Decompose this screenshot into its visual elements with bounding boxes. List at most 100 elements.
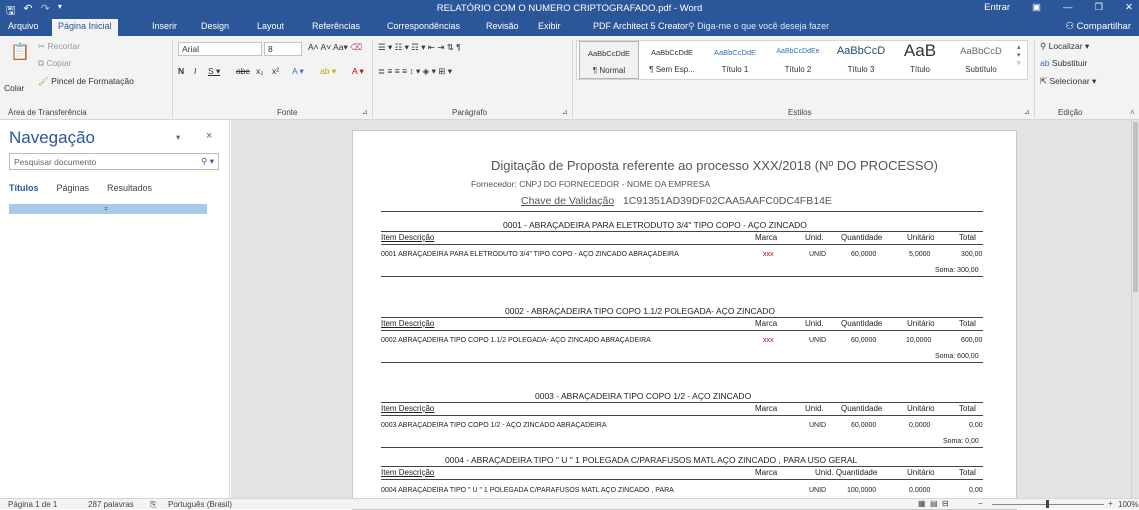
word-count[interactable]: 287 palavras	[88, 500, 134, 509]
tab-inserir[interactable]: Inserir	[152, 21, 177, 31]
col-marca-header: Marca	[755, 319, 778, 328]
clear-format-icon[interactable]: ⌫	[350, 42, 362, 52]
styles-scroll-icons[interactable]: ▴ ▾ ▿	[1017, 43, 1021, 67]
strikethrough-icon[interactable]: abc	[236, 66, 250, 76]
item-marca: xxx	[763, 251, 774, 258]
paste-button[interactable]: Colar	[4, 83, 24, 93]
item-heading: 0001 - ABRAÇADEIRA PARA ELETRODUTO 3/4" …	[503, 220, 807, 230]
replace-icon: ab	[1040, 58, 1052, 68]
close-icon[interactable]: ✕	[1125, 2, 1133, 13]
find-button[interactable]: ⚲ Localizar ▾	[1040, 41, 1089, 52]
superscript-icon[interactable]: x²	[272, 66, 279, 76]
style-sem-espaco[interactable]: AaBbCcDdE ¶ Sem Esp...	[641, 41, 703, 79]
list-buttons[interactable]: ☰ ▾ ☷ ▾ ☶ ▾ ⇤ ⇥ ⇅ ¶	[378, 42, 461, 53]
view-buttons[interactable]: ▦ ▤ ⊟	[918, 499, 949, 508]
collapse-icon: ⌅	[103, 205, 109, 212]
col-unit-header: Unitário	[907, 468, 935, 477]
tab-design[interactable]: Design	[201, 21, 229, 31]
signin-button[interactable]: Entrar	[984, 2, 1010, 13]
pane-options-icon[interactable]: ▾	[176, 132, 180, 143]
col-unit-header: Unitário	[907, 404, 935, 413]
style-titulo-3[interactable]: AaBbCcD Título 3	[831, 41, 891, 79]
col-unit-header: Unitário	[907, 319, 935, 328]
status-bar: Página 1 de 1 287 palavras ⎘ Português (…	[0, 498, 1139, 509]
search-icon[interactable]: ⚲ ▾	[201, 156, 214, 167]
style-name: ¶ Sem Esp...	[649, 65, 695, 74]
ribbon-display-icon[interactable]: ▣	[1032, 2, 1041, 13]
align-buttons[interactable]: ≣ ≡ ≡ ≡ ↕ ▾ ◈ ▾ ⊞ ▾	[378, 66, 452, 77]
item-unid: UNID	[809, 487, 827, 494]
paragraph-group-label: Parágrafo	[452, 108, 488, 117]
style-normal[interactable]: AaBbCcDdE ¶ Normal	[579, 41, 639, 79]
zoom-in-icon[interactable]: +	[1108, 499, 1113, 508]
col-item-header: Item Descrição	[381, 233, 435, 242]
tab-pdf-architect[interactable]: PDF Architect 5 Creator	[593, 21, 688, 31]
title-bar: 🖫 ↶ ↷ ▾ RELATÓRIO COM O NUMERO CRIPTOGRA…	[0, 0, 1139, 17]
highlight-icon[interactable]: ab ▾	[320, 66, 336, 77]
styles-dialog-launcher-icon[interactable]: ⊿	[1024, 108, 1030, 116]
heading-placeholder[interactable]: ⌅	[9, 204, 207, 214]
language[interactable]: Português (Brasil)	[168, 500, 232, 509]
paragraph-dialog-launcher-icon[interactable]: ⊿	[562, 108, 568, 116]
style-titulo-2[interactable]: AaBbCcDdEe Título 2	[767, 41, 829, 79]
share-label: Compartilhar	[1076, 21, 1131, 32]
style-titulo-1[interactable]: AaBbCcDdE Título 1	[705, 41, 765, 79]
tab-arquivo[interactable]: Arquivo	[8, 21, 39, 31]
item-unit: 10,0000	[906, 337, 932, 344]
format-painter-button[interactable]: 🖌 Pincel de Formatação	[38, 76, 134, 87]
item-unid: UNID	[809, 337, 827, 344]
tab-correspondencias[interactable]: Correspondências	[387, 21, 460, 31]
item-qtd: 60,0000	[851, 422, 877, 429]
grow-shrink-icons[interactable]: A˄ A˅ Aa▾ ⌫	[308, 42, 362, 53]
close-pane-icon[interactable]: ×	[206, 130, 212, 142]
font-color-icon[interactable]: A ▾	[352, 66, 364, 77]
tab-exibir[interactable]: Exibir	[538, 21, 561, 31]
style-name: Subtítulo	[965, 65, 997, 74]
text-effects-icon[interactable]: A ▾	[292, 66, 304, 77]
share-button[interactable]: ⚇ Compartilhar	[1065, 21, 1131, 32]
nav-tab-resultados[interactable]: Resultados	[107, 183, 152, 193]
scrollbar-thumb[interactable]	[1133, 122, 1138, 292]
document-page[interactable]: Digitação de Proposta referente ao proce…	[352, 130, 1017, 510]
minimize-icon[interactable]: —	[1063, 2, 1073, 13]
bold-icon[interactable]: N	[178, 66, 184, 76]
font-name-combo[interactable]: Arial	[178, 42, 262, 56]
style-subtitulo[interactable]: AaBbCcD Subtítulo	[949, 41, 1013, 79]
nav-tab-titulos[interactable]: Títulos	[9, 183, 39, 193]
select-button[interactable]: ⇱ Selecionar ▾	[1040, 76, 1096, 87]
style-name: Título 1	[721, 65, 749, 74]
zoom-slider-thumb[interactable]	[1046, 500, 1049, 508]
tab-referencias[interactable]: Referências	[312, 21, 360, 31]
zoom-level[interactable]: 100%	[1118, 500, 1138, 509]
divider	[381, 244, 983, 245]
navigation-title: Navegação	[9, 128, 96, 147]
item-qtd: 100,0000	[847, 487, 877, 494]
copy-button[interactable]: ⧉ Copiar	[38, 58, 71, 69]
underline-icon[interactable]: S ▾	[208, 66, 220, 77]
page-count[interactable]: Página 1 de 1	[8, 500, 57, 509]
font-dialog-launcher-icon[interactable]: ⊿	[362, 108, 368, 116]
subscript-icon[interactable]: x₂	[256, 66, 264, 76]
tell-me-box[interactable]: ⚲ Diga-me o que você deseja fazer	[688, 21, 829, 32]
maximize-icon[interactable]: ❐	[1095, 2, 1104, 13]
col-qtd-header: Quantidade	[841, 404, 883, 413]
col-item-header: Item Descrição	[381, 468, 435, 477]
divider	[381, 317, 983, 318]
item-total: 300,00	[961, 251, 983, 258]
font-size-combo[interactable]: 8	[264, 42, 302, 56]
paste-icon[interactable]: 📋	[10, 42, 30, 62]
collapse-ribbon-icon[interactable]: ˄	[1130, 108, 1135, 117]
vertical-scrollbar[interactable]	[1131, 120, 1139, 498]
replace-button[interactable]: ab Substituir	[1040, 58, 1087, 68]
tab-layout[interactable]: Layout	[257, 21, 284, 31]
tab-revisao[interactable]: Revisão	[486, 21, 519, 31]
zoom-out-icon[interactable]: −	[978, 499, 983, 508]
validation-key-value: 1C91351AD39DF02CAA5AAFC0DC4FB14E	[622, 195, 832, 207]
italic-icon[interactable]: I	[194, 66, 196, 76]
cut-button[interactable]: ✂ Recortar	[38, 41, 80, 52]
tab-pagina-inicial[interactable]: Página Inicial	[52, 19, 118, 36]
nav-tab-paginas[interactable]: Páginas	[57, 183, 90, 193]
search-document-input[interactable]: Pesquisar documento ⚲ ▾	[9, 153, 219, 170]
style-titulo[interactable]: AaB Título	[893, 41, 947, 79]
item-description: 0001 ABRAÇADEIRA PARA ELETRODUTO 3/4" TI…	[381, 251, 679, 258]
